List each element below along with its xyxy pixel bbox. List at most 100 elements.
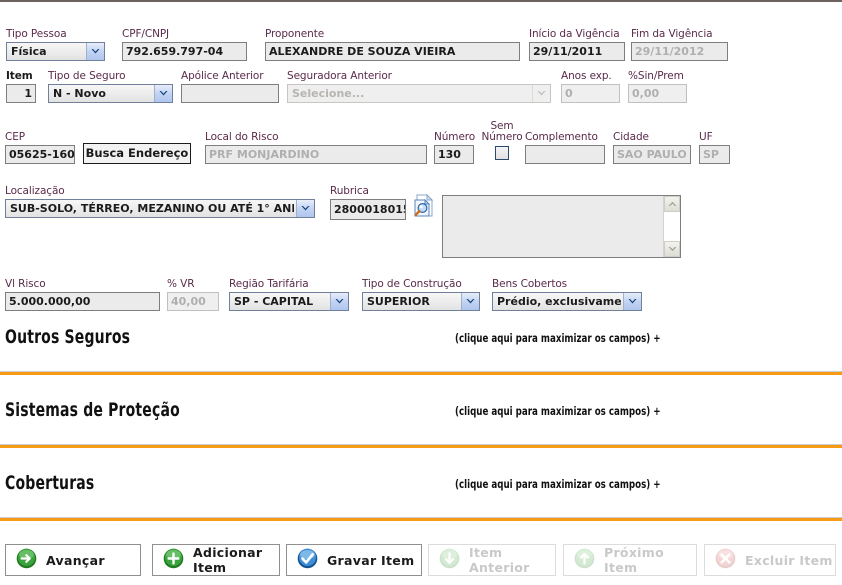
tipo-seguro-select[interactable]: N - Novo [48,84,173,103]
check-circle-icon [297,548,318,573]
pct-vr-label: % VR [167,278,195,290]
insurance-item-form: Tipo Pessoa Física CPF/CNPJ 792.659.797-… [0,2,842,585]
x-circle-icon [715,548,736,573]
rubrica-input[interactable]: 280001801512 [330,199,406,220]
field-vl-risco: Vl Risco 5.000.000,00 [5,278,160,311]
apolice-anterior-input[interactable] [181,84,279,103]
sem-numero-checkbox[interactable] [495,146,509,160]
tipo-construcao-select[interactable]: SUPERIOR [362,292,480,311]
field-inicio-vigencia: Início da Vigência 29/11/2011 [529,28,625,61]
chevron-down-icon[interactable] [86,43,104,60]
tipo-seguro-value: N - Novo [53,87,106,100]
rubrica-label: Rubrica [330,185,369,197]
localizacao-label: Localização [5,185,65,197]
vl-risco-input[interactable]: 5.000.000,00 [5,292,160,311]
regiao-tarifaria-label: Região Tarifária [229,278,309,290]
seguradora-anterior-label: Seguradora Anterior [287,70,392,82]
uf-input[interactable]: SP [699,145,730,164]
regiao-tarifaria-select[interactable]: SP - CAPITAL [229,292,349,311]
scroll-up-icon[interactable] [664,196,680,212]
cpf-cnpj-input[interactable]: 792.659.797-04 [122,42,247,61]
chevron-down-icon[interactable] [461,293,479,310]
proponente-input[interactable]: ALEXANDRE DE SOUZA VIEIRA [265,42,520,61]
arrow-right-circle-icon [16,548,37,573]
tipo-construcao-value: SUPERIOR [367,295,430,308]
fim-vigencia-input[interactable]: 29/11/2012 [631,42,728,61]
cep-input[interactable]: 05625-160 [5,145,75,164]
anos-exp-input[interactable]: 0 [561,84,620,103]
divider-orange-1 [0,372,842,375]
document-search-icon[interactable] [413,193,435,222]
field-localizacao: Localização SUB-SOLO, TÉRREO, MEZANINO O… [5,185,315,218]
chevron-down-icon[interactable] [623,293,641,310]
cidade-input[interactable]: SAO PAULO [613,145,691,164]
fim-vigencia-label: Fim da Vigência [631,28,713,40]
bens-cobertos-value: Prédio, exclusivamente [497,295,621,308]
avancar-button[interactable]: Avançar [5,544,141,576]
field-local-risco: Local do Risco PRF MONJARDINO [205,131,427,164]
section-hint-outros-seguros[interactable]: (clique aqui para maximizar os campos) + [455,331,661,345]
field-tipo-construcao: Tipo de Construção SUPERIOR [362,278,480,311]
section-title-coberturas: Coberturas [5,472,95,494]
field-seguradora-anterior: Seguradora Anterior Selecione... [287,70,551,103]
divider-orange-2 [0,445,842,448]
seguradora-anterior-value: Selecione... [292,87,365,100]
field-tipo-seguro: Tipo de Seguro N - Novo [48,70,173,103]
proximo-item-label: Próximo Item [604,545,664,575]
chevron-down-icon[interactable] [154,85,172,102]
field-proponente: Proponente ALEXANDRE DE SOUZA VIEIRA [265,28,520,61]
field-apolice-anterior: Apólice Anterior [181,70,279,103]
chevron-down-icon[interactable] [330,293,348,310]
complemento-input[interactable] [525,145,605,164]
section-title-sistemas-protecao: Sistemas de Proteção [5,399,180,421]
localizacao-select[interactable]: SUB-SOLO, TÉRREO, MEZANINO OU ATÉ 1° AND… [5,199,315,218]
chevron-down-icon[interactable] [532,85,550,102]
local-risco-label: Local do Risco [205,131,279,143]
proximo-item-button[interactable]: Próximo Item [563,544,697,576]
gravar-item-button[interactable]: Gravar Item [286,544,422,576]
numero-input[interactable]: 130 [434,145,474,164]
divider-orange-3 [0,518,842,521]
plus-circle-icon [163,548,184,573]
inicio-vigencia-input[interactable]: 29/11/2011 [529,42,625,61]
chevron-down-icon[interactable] [296,200,314,217]
descricao-textarea-body[interactable] [443,196,663,257]
item-input[interactable]: 1 [6,84,36,103]
field-anos-exp: Anos exp. 0 [561,70,620,103]
section-hint-coberturas[interactable]: (clique aqui para maximizar os campos) + [455,477,661,491]
tipo-pessoa-label: Tipo Pessoa [6,28,67,40]
field-rubrica: Rubrica 280001801512 [330,185,406,220]
field-uf: UF SP [699,131,730,164]
bens-cobertos-label: Bens Cobertos [492,278,568,290]
arrow-up-circle-icon [574,548,595,573]
field-cpf-cnpj: CPF/CNPJ 792.659.797-04 [122,28,247,61]
field-cidade: Cidade SAO PAULO [613,131,691,164]
local-risco-input[interactable]: PRF MONJARDINO [205,145,427,164]
vl-risco-label: Vl Risco [5,278,46,290]
sin-prem-input[interactable]: 0,00 [628,84,687,103]
pct-vr-input[interactable]: 40,00 [167,292,219,311]
item-label: Item [6,70,33,82]
scroll-down-icon[interactable] [664,241,680,257]
descricao-scrollbar[interactable] [663,196,680,257]
regiao-tarifaria-value: SP - CAPITAL [234,295,314,308]
item-anterior-button[interactable]: Item Anterior [428,544,556,576]
cpf-cnpj-label: CPF/CNPJ [122,28,170,40]
cidade-label: Cidade [613,131,649,143]
field-complemento: Complemento [525,131,605,164]
excluir-item-button[interactable]: Excluir Item [704,544,836,576]
adicionar-item-button[interactable]: Adicionar Item [152,544,280,576]
descricao-textarea[interactable] [442,195,681,258]
inicio-vigencia-label: Início da Vigência [529,28,620,40]
field-pct-vr: % VR 40,00 [167,278,219,311]
tipo-pessoa-select[interactable]: Física [6,42,105,61]
seguradora-anterior-select[interactable]: Selecione... [287,84,551,103]
tipo-construcao-label: Tipo de Construção [362,278,462,290]
tipo-seguro-label: Tipo de Seguro [48,70,126,82]
cep-label: CEP [5,131,25,143]
section-hint-sistemas-protecao[interactable]: (clique aqui para maximizar os campos) + [455,404,661,418]
localizacao-value: SUB-SOLO, TÉRREO, MEZANINO OU ATÉ 1° AND… [10,202,294,215]
sin-prem-label: %Sin/Prem [628,70,684,82]
bens-cobertos-select[interactable]: Prédio, exclusivamente [492,292,642,311]
busca-endereco-button[interactable]: Busca Endereço [83,143,191,164]
